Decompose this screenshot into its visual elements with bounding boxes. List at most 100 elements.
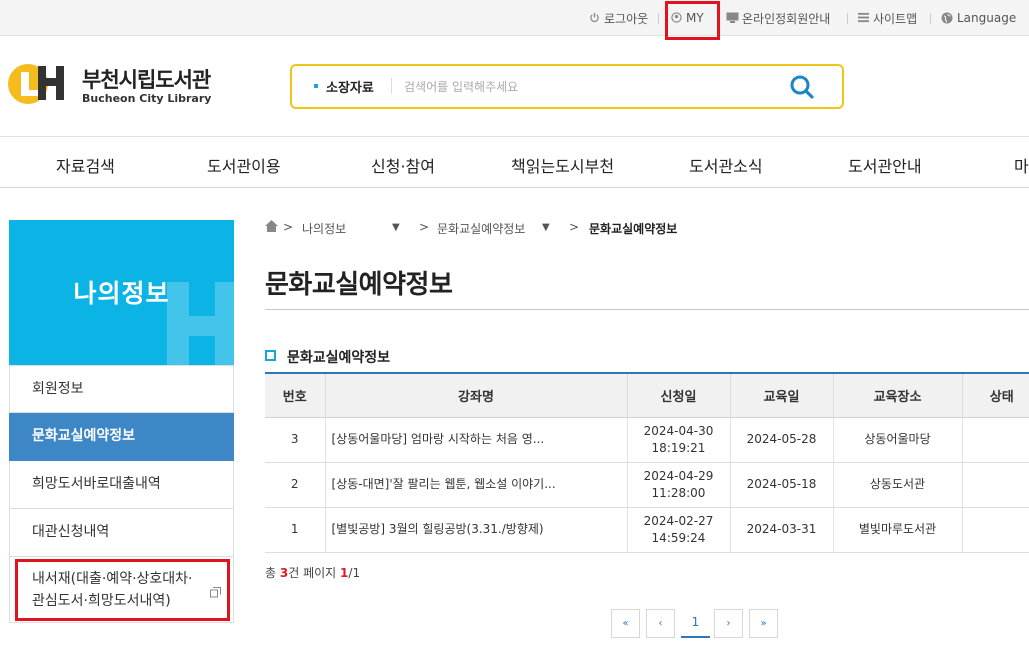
table-header-row: 번호 강좌명 신청일 교육일 교육장소 상태 xyxy=(265,372,1029,418)
monitor-icon xyxy=(726,12,739,24)
search-category-select[interactable]: 소장자료 xyxy=(326,77,374,96)
total-count: 3 xyxy=(279,566,289,580)
util-divider xyxy=(847,13,848,24)
title-divider xyxy=(265,309,1029,310)
breadcrumb-dropdown-icon[interactable]: ▼ xyxy=(392,222,400,238)
nav-item-resource-search[interactable]: 자료검색 xyxy=(56,153,115,177)
breadcrumb-separator-icon: > xyxy=(569,220,580,234)
section-title: 문화교실예약정보 xyxy=(287,350,391,366)
col-header-place: 교육장소 xyxy=(832,372,962,418)
cell-course-title[interactable]: [상동-대면]'잘 팔리는 웹툰, 웹소설 이야기... xyxy=(324,462,627,508)
applied-time: 14:59:24 xyxy=(651,530,706,545)
sidebar-item-culture-class[interactable]: 문화교실예약정보 xyxy=(9,413,234,461)
power-icon xyxy=(588,12,600,24)
language-link[interactable]: Language xyxy=(941,0,1016,36)
search-icon xyxy=(790,75,814,99)
search-divider xyxy=(391,78,392,94)
breadcrumb-home[interactable] xyxy=(265,220,278,236)
my-library-highlight-box xyxy=(15,559,230,621)
cell-course-title[interactable]: [별빛공방] 3월의 힐링공방(3.31./방향제) xyxy=(324,507,627,553)
breadcrumb-level1[interactable]: 나의정보 xyxy=(302,220,346,236)
applied-date: 2024-02-27 xyxy=(643,513,714,528)
util-divider xyxy=(658,13,659,24)
summary-prefix: 총 xyxy=(265,566,277,580)
chevron-left-icon: ‹ xyxy=(658,618,663,629)
nav-item-apply[interactable]: 신청·참여 xyxy=(371,153,435,177)
result-summary: 총 3건 페이지 1/1 xyxy=(265,564,360,581)
col-header-applied: 신청일 xyxy=(626,372,730,418)
search-input[interactable] xyxy=(404,75,774,99)
search-box: 소장자료 xyxy=(290,64,844,109)
double-chevron-left-icon: « xyxy=(622,618,629,629)
main-navigation: 자료검색 도서관이용 신청·참여 책읽는도시부천 도서관소식 도서관안내 마 xyxy=(0,136,1029,188)
next-page-button[interactable]: › xyxy=(714,609,743,638)
cell-status xyxy=(961,462,1029,508)
sidebar-item-hope-book[interactable]: 희망도서바로대출내역 xyxy=(9,461,234,509)
applied-date: 2024-04-29 xyxy=(643,468,714,483)
language-label: Language xyxy=(957,11,1017,25)
nav-item-news[interactable]: 도서관소식 xyxy=(689,153,763,177)
cell-edu-date: 2024-03-31 xyxy=(729,507,833,553)
sidebar-item-member-info[interactable]: 회원정보 xyxy=(9,365,234,413)
prev-page-button[interactable]: ‹ xyxy=(646,609,675,638)
table-row: 3 [상동어울마당] 엄마랑 시작하는 처음 영... 2024-04-30 18… xyxy=(265,417,1029,463)
cell-status xyxy=(961,417,1029,463)
applied-time: 18:19:21 xyxy=(651,440,706,455)
col-header-no: 번호 xyxy=(265,372,325,418)
applied-time: 11:28:00 xyxy=(651,485,706,500)
cell-edu-date: 2024-05-18 xyxy=(729,462,833,508)
breadcrumb-dropdown-icon[interactable]: ▼ xyxy=(542,222,550,238)
cell-no: 1 xyxy=(265,507,325,553)
table-row: 1 [별빛공방] 3월의 힐링공방(3.31./방향제) 2024-02-27 1… xyxy=(265,507,1029,553)
library-logo-icon[interactable] xyxy=(8,60,72,106)
nav-item-library-use[interactable]: 도서관이용 xyxy=(207,153,281,177)
nav-item-library-info[interactable]: 도서관안내 xyxy=(848,153,922,177)
section-bullet-icon xyxy=(265,350,276,361)
breadcrumb-separator-icon: > xyxy=(283,220,294,234)
breadcrumb-level2[interactable]: 문화교실예약정보 xyxy=(437,220,525,236)
summary-mid: 건 페이지 xyxy=(288,566,337,580)
online-member-label: 온라인정회원안내 xyxy=(742,11,831,26)
table-row: 2 [상동-대면]'잘 팔리는 웹툰, 웹소설 이야기... 2024-04-2… xyxy=(265,462,1029,508)
nav-item-reading-city[interactable]: 책읽는도시부천 xyxy=(511,153,614,177)
sidebar-title: 나의정보 xyxy=(73,279,170,308)
cell-applied: 2024-04-29 11:28:00 xyxy=(626,462,730,508)
cell-status xyxy=(961,507,1029,553)
search-button[interactable] xyxy=(788,73,818,101)
sitemap-link[interactable]: 사이트맵 xyxy=(857,0,917,36)
online-member-link[interactable]: 온라인정회원안내 xyxy=(726,0,830,36)
category-bullet xyxy=(314,84,318,88)
globe-icon xyxy=(941,12,953,24)
sitemap-label: 사이트맵 xyxy=(873,11,918,26)
page-number-button[interactable]: 1 xyxy=(681,609,710,638)
cell-edu-date: 2024-05-28 xyxy=(729,417,833,463)
last-page-button[interactable]: » xyxy=(749,609,778,638)
cell-place: 상동어울마당 xyxy=(832,417,962,463)
cell-place: 상동도서관 xyxy=(832,462,962,508)
page-title: 문화교실예약정보 xyxy=(265,270,453,300)
applied-date: 2024-04-30 xyxy=(643,423,714,438)
breadcrumb-current: 문화교실예약정보 xyxy=(589,222,678,236)
list-icon xyxy=(857,12,869,24)
chevron-right-icon: › xyxy=(726,618,731,629)
cell-course-title[interactable]: [상동어울마당] 엄마랑 시작하는 처음 영... xyxy=(324,417,627,463)
col-header-status: 상태 xyxy=(961,372,1029,418)
col-header-edu-date: 교육일 xyxy=(729,372,833,418)
double-chevron-right-icon: » xyxy=(760,618,767,629)
col-header-title: 강좌명 xyxy=(324,372,627,418)
sidebar-item-rental[interactable]: 대관신청내역 xyxy=(9,509,234,557)
logout-link[interactable]: 로그아웃 xyxy=(588,0,648,36)
cell-applied: 2024-04-30 18:19:21 xyxy=(626,417,730,463)
cell-place: 별빛마루도서관 xyxy=(832,507,962,553)
breadcrumb-separator-icon: > xyxy=(419,220,430,234)
cell-no: 2 xyxy=(265,462,325,508)
library-name-en: Bucheon City Library xyxy=(82,92,212,105)
cell-applied: 2024-02-27 14:59:24 xyxy=(626,507,730,553)
cell-no: 3 xyxy=(265,417,325,463)
sidebar-header: 나의정보 xyxy=(9,220,234,365)
my-highlight-box xyxy=(665,1,720,40)
first-page-button[interactable]: « xyxy=(611,609,640,638)
home-icon xyxy=(265,220,278,232)
nav-item-more[interactable]: 마 xyxy=(1014,153,1029,177)
library-name[interactable]: 부천시립도서관 xyxy=(82,64,211,94)
